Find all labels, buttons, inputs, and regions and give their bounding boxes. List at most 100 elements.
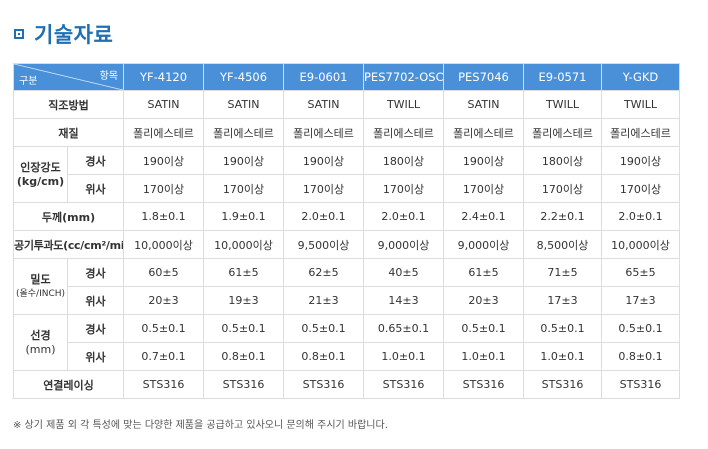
table-cell: TWILL xyxy=(523,90,602,119)
model-header: Y-GKD xyxy=(601,63,680,91)
table-row-diameter-weft: 위사 0.7±0.1 0.8±0.1 0.8±0.1 1.0±0.1 1.0±0… xyxy=(14,342,680,371)
table-cell: 190이상 xyxy=(123,146,204,175)
square-bullet-icon xyxy=(14,29,24,39)
table-row-air-permeability: 공기투과도(cc/cm²/min) 10,000이상 10,000이상 9,50… xyxy=(13,230,680,259)
table-cell: 9,000이상 xyxy=(363,230,444,259)
table-cell: 2.0±0.1 xyxy=(363,202,444,231)
table-row-density-warp: 밀도 (올수/INCH) 경사 60±5 61±5 62±5 40±5 61±5… xyxy=(13,258,680,315)
table-cell: 170이상 xyxy=(523,174,602,203)
corner-header-cell: 항목 구분 xyxy=(13,63,124,91)
table-cell: 180이상 xyxy=(523,146,602,175)
table-cell: 65±5 xyxy=(601,258,680,287)
table-cell: STS316 xyxy=(203,370,284,399)
table-cell: 170이상 xyxy=(203,174,284,203)
model-header: PES7702-OSC xyxy=(363,63,444,91)
table-cell: 0.5±0.1 xyxy=(443,314,524,343)
table-cell: 폴리에스테르 xyxy=(363,118,444,147)
row-group-label: 선경 (mm) xyxy=(13,314,68,371)
row-group-label-main: 밀도 xyxy=(30,272,51,286)
model-header: YF-4506 xyxy=(203,63,284,91)
table-row-diameter-warp: 선경 (mm) 경사 0.5±0.1 0.5±0.1 0.5±0.1 0.65±… xyxy=(13,314,680,371)
table-cell: 1.0±0.1 xyxy=(523,342,602,371)
table-cell: 폴리에스테르 xyxy=(443,118,524,147)
sub-label: 경사 xyxy=(67,146,124,175)
model-header: E9-0571 xyxy=(523,63,602,91)
row-label: 연결레이싱 xyxy=(13,370,124,399)
table-cell: 180이상 xyxy=(363,146,444,175)
footnote: ※ 상기 제품 외 각 특성에 맞는 다양한 제품을 공급하고 있사오니 문의해… xyxy=(13,420,388,431)
table-cell: 40±5 xyxy=(363,258,444,287)
table-cell: 17±3 xyxy=(601,286,680,315)
table-cell: 1.9±0.1 xyxy=(203,202,284,231)
table-cell: 190이상 xyxy=(283,146,364,175)
section-title: 기술자료 xyxy=(14,20,113,48)
table-cell: 0.5±0.1 xyxy=(283,314,364,343)
model-header: YF-4120 xyxy=(123,63,204,91)
table-cell: SATIN xyxy=(123,90,204,119)
table-row-lacing: 연결레이싱 STS316 STS316 STS316 STS316 STS316… xyxy=(13,370,680,399)
table-cell: 190이상 xyxy=(601,146,680,175)
table-cell: TWILL xyxy=(363,90,444,119)
table-cell: 2.4±0.1 xyxy=(443,202,524,231)
page-title: 기술자료 xyxy=(34,23,114,47)
row-label: 공기투과도(cc/cm²/min) xyxy=(13,230,124,259)
table-cell: STS316 xyxy=(363,370,444,399)
table-cell: 170이상 xyxy=(443,174,524,203)
row-group-label-main: 인장강도 xyxy=(20,160,61,174)
table-cell: STS316 xyxy=(523,370,602,399)
table-cell: SATIN xyxy=(203,90,284,119)
table-cell: 폴리에스테르 xyxy=(123,118,204,147)
table-cell: 0.5±0.1 xyxy=(601,314,680,343)
table-cell: STS316 xyxy=(443,370,524,399)
table-cell: 19±3 xyxy=(203,286,284,315)
table-row-tensile-warp: 인장강도 (kg/cm) 경사 190이상 190이상 190이상 180이상 … xyxy=(13,146,680,203)
table-cell: 0.8±0.1 xyxy=(601,342,680,371)
corner-label-category: 구분 xyxy=(19,76,38,87)
row-group-label-unit: (올수/INCH) xyxy=(15,288,66,299)
table-cell: 2.0±0.1 xyxy=(601,202,680,231)
table-cell: SATIN xyxy=(283,90,364,119)
table-cell: 0.5±0.1 xyxy=(123,314,204,343)
table-cell: 61±5 xyxy=(203,258,284,287)
table-cell: 0.8±0.1 xyxy=(203,342,284,371)
table-cell: 14±3 xyxy=(363,286,444,315)
table-cell: 0.5±0.1 xyxy=(523,314,602,343)
table-cell: 21±3 xyxy=(283,286,364,315)
table-cell: 8,500이상 xyxy=(523,230,602,259)
row-group-label: 밀도 (올수/INCH) xyxy=(13,258,68,315)
table-cell: 190이상 xyxy=(443,146,524,175)
table-cell: 0.65±0.1 xyxy=(363,314,444,343)
sub-label: 위사 xyxy=(67,174,124,203)
table-row-weave: 직조방법 SATIN SATIN SATIN TWILL SATIN TWILL… xyxy=(13,90,680,119)
table-cell: 9,000이상 xyxy=(443,230,524,259)
table-cell: 2.2±0.1 xyxy=(523,202,602,231)
table-cell: 17±3 xyxy=(523,286,602,315)
table-cell: 170이상 xyxy=(601,174,680,203)
table-row-material: 재질 폴리에스테르 폴리에스테르 폴리에스테르 폴리에스테르 폴리에스테르 폴리… xyxy=(13,118,680,147)
table-cell: STS316 xyxy=(123,370,204,399)
table-cell: 61±5 xyxy=(443,258,524,287)
row-label: 직조방법 xyxy=(13,90,124,119)
table-cell: 폴리에스테르 xyxy=(283,118,364,147)
table-cell: 170이상 xyxy=(123,174,204,203)
row-group-label-unit: (mm) xyxy=(25,342,56,356)
spec-table: 항목 구분 YF-4120 YF-4506 E9-0601 PES7702-OS… xyxy=(13,63,680,399)
table-cell: 1.0±0.1 xyxy=(443,342,524,371)
table-cell: 폴리에스테르 xyxy=(523,118,602,147)
table-row-tensile-weft: 위사 170이상 170이상 170이상 170이상 170이상 170이상 1… xyxy=(14,174,680,203)
table-cell: 9,500이상 xyxy=(283,230,364,259)
table-cell: SATIN xyxy=(443,90,524,119)
table-cell: 190이상 xyxy=(203,146,284,175)
table-cell: 2.0±0.1 xyxy=(283,202,364,231)
header-row: 항목 구분 YF-4120 YF-4506 E9-0601 PES7702-OS… xyxy=(13,63,680,91)
sub-label: 경사 xyxy=(67,314,124,343)
table-cell: 71±5 xyxy=(523,258,602,287)
corner-label-item: 항목 xyxy=(99,71,118,82)
table-cell: 폴리에스테르 xyxy=(203,118,284,147)
table-cell: 0.7±0.1 xyxy=(123,342,204,371)
table-cell: 1.0±0.1 xyxy=(363,342,444,371)
table-cell: 10,000이상 xyxy=(601,230,680,259)
table-cell: 20±3 xyxy=(123,286,204,315)
table-cell: 20±3 xyxy=(443,286,524,315)
table-cell: STS316 xyxy=(601,370,680,399)
